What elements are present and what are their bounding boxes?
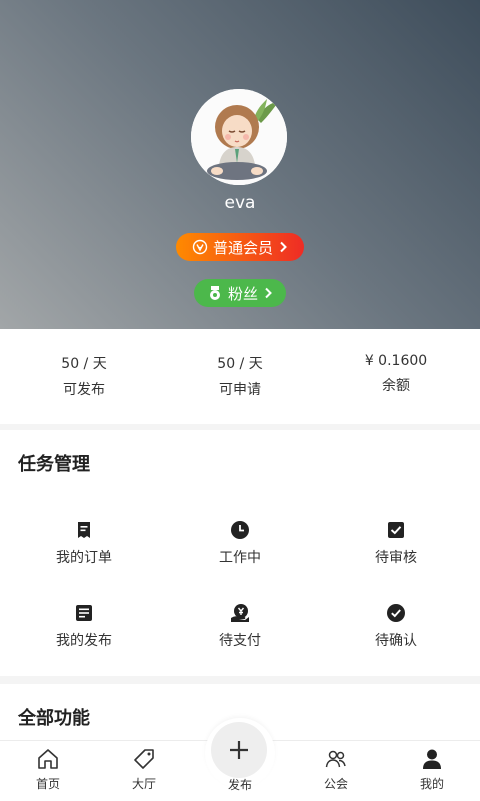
stat-label: 可发布 (63, 382, 105, 398)
my-posts-button[interactable]: 我的发布 (4, 603, 164, 650)
tag-icon (134, 749, 154, 769)
section-title: 任务管理 (18, 454, 90, 475)
stats-bar: 50 / 天 可发布 50 / 天 可申请 ¥ 0.1600 余额 (0, 329, 480, 424)
stat-value: ¥ 0.1600 (364, 353, 428, 369)
tab-label: 首页 (35, 777, 60, 791)
stat-publish[interactable]: 50 / 天 可发布 (4, 353, 164, 399)
group-icon (325, 750, 346, 768)
stat-label: 可申请 (219, 382, 261, 398)
stat-label: 余额 (382, 378, 410, 394)
tab-guild[interactable]: 公会 (288, 747, 384, 792)
pending-confirm-button[interactable]: 待确认 (316, 603, 476, 650)
profile-header: eva 普通会员 粉丝 (0, 0, 480, 329)
in-progress-button[interactable]: 工作中 (160, 520, 320, 567)
grid-label: 工作中 (219, 550, 261, 566)
tab-home[interactable]: 首页 (0, 747, 96, 792)
grid-label: 待审核 (375, 550, 417, 566)
tab-label: 公会 (323, 777, 348, 791)
plus-icon (230, 741, 248, 759)
fans-button[interactable]: 粉丝 (194, 279, 286, 307)
checkbox-icon (388, 522, 404, 538)
home-icon (38, 749, 58, 769)
member-level-button[interactable]: 普通会员 (176, 233, 304, 261)
receipt-icon (78, 522, 90, 538)
clock-icon (231, 521, 249, 539)
user-icon (423, 749, 441, 769)
stat-apply[interactable]: 50 / 天 可申请 (160, 353, 320, 399)
grid-label: 我的发布 (56, 633, 112, 649)
member-level-label: 普通会员 (212, 238, 273, 257)
username: eva (224, 193, 256, 213)
chevron-right-icon (280, 241, 287, 253)
pending-review-button[interactable]: 待审核 (316, 520, 476, 567)
my-orders-button[interactable]: 我的订单 (4, 520, 164, 567)
document-icon (76, 605, 92, 621)
tab-label: 大厅 (131, 777, 156, 791)
medal-icon (209, 286, 220, 300)
pending-payment-button[interactable]: 待支付 (160, 603, 320, 650)
payment-icon (231, 604, 249, 622)
tab-label: 发布 (227, 778, 252, 792)
chevron-right-icon (265, 287, 272, 299)
publish-button[interactable] (211, 722, 267, 778)
grid-label: 待支付 (219, 633, 261, 649)
avatar[interactable] (191, 89, 287, 185)
stat-value: 50 / 天 (217, 356, 263, 372)
check-circle-icon (387, 604, 405, 622)
tab-label: 我的 (419, 777, 444, 791)
stat-value: 50 / 天 (61, 356, 107, 372)
section-title: 全部功能 (18, 708, 90, 729)
grid-label: 待确认 (375, 633, 417, 649)
stat-balance[interactable]: ¥ 0.1600 余额 (316, 353, 476, 395)
tab-mine[interactable]: 我的 (384, 747, 480, 792)
avatar-illustration (191, 89, 287, 185)
grid-label: 我的订单 (56, 550, 112, 566)
vip-icon (192, 239, 208, 255)
fans-label: 粉丝 (227, 284, 258, 303)
task-management-card: 任务管理 我的订单 工作中 待审核 我的发布 待支付 待确认 (0, 430, 480, 676)
tab-hall[interactable]: 大厅 (96, 747, 192, 792)
